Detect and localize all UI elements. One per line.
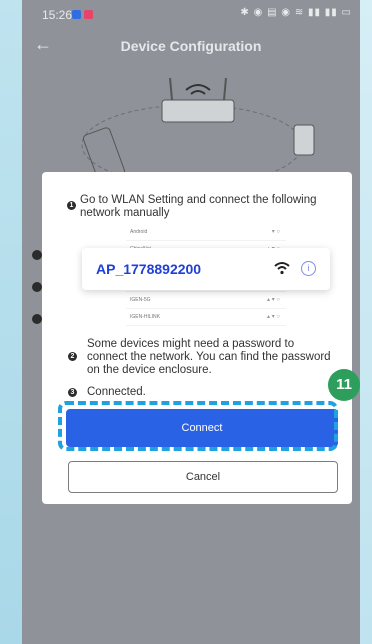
info-icon[interactable]: i [301,261,316,276]
step-2-text: Some devices might need a password to co… [87,338,331,376]
ap-network-card[interactable]: AP_1778892200 i [82,248,330,290]
cancel-button[interactable]: Cancel [68,461,338,493]
notification-icons [72,7,96,21]
app-notification-icon [72,10,81,20]
background-step-dots [32,250,42,346]
step-1-text: Go to WLAN Setting and connect the follo… [80,194,317,219]
page-title: Device Configuration [120,38,262,54]
step-number-2: 2 [68,352,77,361]
connection-dialog: 1 Go to WLAN Setting and connect the fol… [42,172,352,504]
step-3-text: Connected. [87,386,146,398]
highlight-outline [58,401,338,451]
step-number-3: 3 [68,388,77,397]
background-left [0,0,22,644]
wifi-row: Android ▾ ○ [126,224,286,241]
status-time: 15:26 [42,8,73,22]
router-illustration [81,77,315,185]
app-notification-icon [84,10,93,20]
step-number-1: 1 [67,201,76,210]
wifi-row: IGEN-HILINK ▴ ▾ ○ [126,309,286,326]
annotation-badge: 11 [328,369,360,401]
lock-icon: ▴ ▾ ○ [267,314,280,320]
wifi-row: IGEN-5G ▴ ▾ ○ [126,292,286,309]
status-bar: 15:26 ✱ ◉ ▤ ◉ ≋ ▮▮ ▮▮ ▭ [22,0,360,28]
ap-ssid: AP_1778892200 [96,261,202,277]
status-indicators: ✱ ◉ ▤ ◉ ≋ ▮▮ ▮▮ ▭ [240,7,352,18]
wifi-icon: ▾ ○ [271,229,280,235]
app-bar: ← Device Configuration [22,32,360,62]
background-right [360,0,372,644]
wifi-icon [274,262,290,275]
lock-icon: ▴ ▾ ○ [267,297,280,303]
